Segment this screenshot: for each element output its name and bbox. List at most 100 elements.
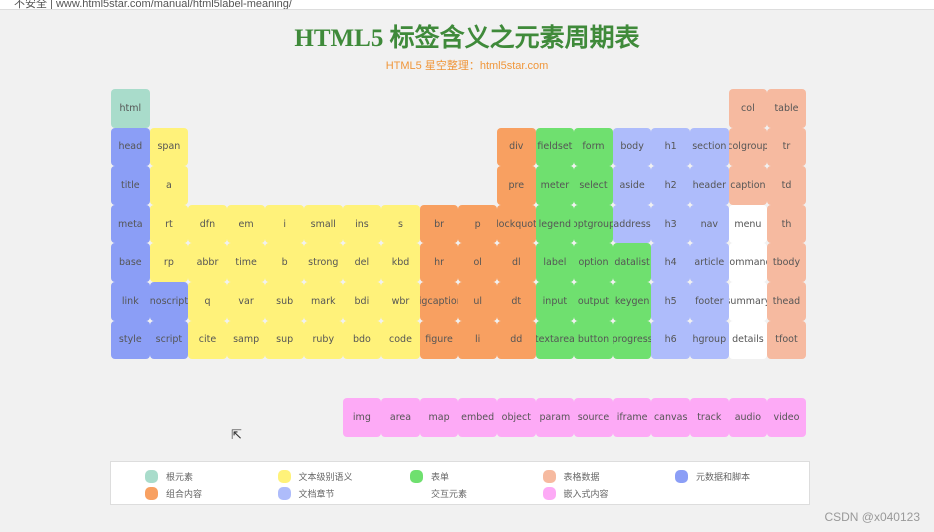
element-cell-dt[interactable]: dt: [497, 282, 536, 321]
element-cell-b[interactable]: b: [265, 243, 304, 282]
element-cell-col[interactable]: col: [728, 89, 768, 128]
element-cell-menu[interactable]: menu: [728, 204, 768, 244]
element-cell-br[interactable]: br: [419, 204, 459, 244]
element-cell-figcaption[interactable]: figcaption: [419, 282, 459, 321]
element-cell-base[interactable]: base: [111, 243, 150, 282]
element-cell-footer[interactable]: footer: [690, 282, 729, 321]
element-cell-title[interactable]: title: [111, 166, 150, 205]
element-cell-nav[interactable]: nav: [690, 204, 729, 244]
element-cell-section[interactable]: section: [690, 127, 729, 167]
element-cell-th[interactable]: th: [767, 204, 806, 244]
element-cell-dl[interactable]: dl: [497, 243, 536, 282]
element-cell-td[interactable]: td: [767, 166, 806, 205]
element-cell-track[interactable]: track: [690, 398, 729, 437]
element-cell-bdi[interactable]: bdi: [342, 282, 382, 321]
element-cell-kbd[interactable]: kbd: [381, 243, 420, 282]
element-cell-button[interactable]: button: [574, 320, 613, 360]
element-cell-wbr[interactable]: wbr: [381, 282, 420, 321]
element-cell-tfoot[interactable]: tfoot: [767, 320, 806, 360]
element-cell-sup[interactable]: sup: [265, 320, 304, 360]
element-cell-aside[interactable]: aside: [612, 166, 652, 205]
element-cell-summary[interactable]: summary: [728, 282, 768, 321]
element-cell-form[interactable]: form: [574, 127, 613, 167]
element-cell-sub[interactable]: sub: [265, 282, 304, 321]
element-cell-em[interactable]: em: [226, 204, 266, 244]
element-cell-progress[interactable]: progress: [612, 320, 652, 360]
element-cell-area[interactable]: area: [381, 398, 420, 437]
element-cell-embed[interactable]: embed: [458, 398, 497, 437]
element-cell-address[interactable]: address: [612, 204, 652, 244]
element-cell-var[interactable]: var: [226, 282, 266, 321]
element-cell-p[interactable]: p: [458, 204, 497, 244]
element-cell-h3[interactable]: h3: [651, 204, 690, 244]
element-cell-i[interactable]: i: [265, 204, 304, 244]
element-cell-ul[interactable]: ul: [458, 282, 497, 321]
element-cell-script[interactable]: script: [149, 320, 189, 360]
element-cell-legend[interactable]: legend: [535, 204, 575, 244]
element-cell-keygen[interactable]: keygen: [612, 282, 652, 321]
element-cell-mark[interactable]: mark: [304, 282, 343, 321]
element-cell-h6[interactable]: h6: [651, 320, 690, 360]
element-cell-datalist[interactable]: datalist: [612, 243, 652, 282]
element-cell-meta[interactable]: meta: [111, 204, 150, 244]
element-cell-dd[interactable]: dd: [497, 320, 536, 360]
element-cell-param[interactable]: param: [535, 398, 575, 437]
element-cell-h5[interactable]: h5: [651, 282, 690, 321]
element-cell-noscript[interactable]: noscript: [149, 282, 189, 321]
element-cell-h1[interactable]: h1: [651, 127, 690, 167]
element-cell-span[interactable]: span: [149, 127, 189, 167]
element-cell-head[interactable]: head: [111, 127, 150, 167]
element-cell-source[interactable]: source: [574, 398, 613, 437]
element-cell-bdo[interactable]: bdo: [342, 320, 382, 360]
element-cell-style[interactable]: style: [111, 320, 150, 360]
element-cell-pre[interactable]: pre: [497, 166, 536, 205]
element-cell-abbr[interactable]: abbr: [188, 243, 227, 282]
element-cell-canvas[interactable]: canvas: [651, 398, 690, 437]
element-cell-optgroup[interactable]: optgroup: [574, 204, 613, 244]
element-cell-code[interactable]: code: [381, 320, 420, 360]
element-cell-body[interactable]: body: [612, 127, 652, 167]
element-cell-ins[interactable]: ins: [342, 204, 382, 244]
element-cell-h2[interactable]: h2: [651, 166, 690, 205]
element-cell-li[interactable]: li: [458, 320, 497, 360]
element-cell-input[interactable]: input: [535, 282, 575, 321]
element-cell-output[interactable]: output: [574, 282, 613, 321]
element-cell-hgroup[interactable]: hgroup: [690, 320, 729, 360]
element-cell-article[interactable]: article: [690, 243, 729, 282]
element-cell-strong[interactable]: strong: [304, 243, 343, 282]
element-cell-html[interactable]: html: [111, 89, 150, 128]
element-cell-tr[interactable]: tr: [767, 127, 806, 167]
element-cell-meter[interactable]: meter: [535, 166, 575, 205]
address-bar[interactable]: 不安全 | www.html5star.com/manual/html5labe…: [0, 0, 934, 10]
element-cell-h4[interactable]: h4: [651, 243, 690, 282]
element-cell-rp[interactable]: rp: [149, 243, 189, 282]
element-cell-object[interactable]: object: [497, 398, 536, 437]
element-cell-label[interactable]: label: [535, 243, 575, 282]
element-cell-figure[interactable]: figure: [419, 320, 459, 360]
element-cell-cite[interactable]: cite: [188, 320, 227, 360]
element-cell-caption[interactable]: caption: [728, 166, 768, 205]
element-cell-link[interactable]: link: [111, 282, 150, 321]
element-cell-colgroup[interactable]: colgroup: [728, 127, 768, 167]
element-cell-a[interactable]: a: [149, 166, 189, 205]
element-cell-samp[interactable]: samp: [226, 320, 266, 360]
element-cell-audio[interactable]: audio: [728, 398, 768, 437]
element-cell-iframe[interactable]: iframe: [612, 398, 652, 437]
element-cell-command[interactable]: command: [728, 243, 768, 282]
element-cell-header[interactable]: header: [690, 166, 729, 205]
element-cell-thead[interactable]: thead: [767, 282, 806, 321]
element-cell-del[interactable]: del: [342, 243, 382, 282]
element-cell-img[interactable]: img: [342, 398, 382, 437]
element-cell-blockquote[interactable]: blockquote: [497, 204, 536, 244]
element-cell-option[interactable]: option: [574, 243, 613, 282]
element-cell-video[interactable]: video: [767, 398, 806, 437]
element-cell-dfn[interactable]: dfn: [188, 204, 227, 244]
element-cell-fieldset[interactable]: fieldset: [535, 127, 575, 167]
element-cell-details[interactable]: details: [728, 320, 768, 360]
element-cell-small[interactable]: small: [304, 204, 343, 244]
element-cell-map[interactable]: map: [419, 398, 459, 437]
element-cell-ruby[interactable]: ruby: [304, 320, 343, 360]
element-cell-textarea[interactable]: textarea: [535, 320, 575, 360]
element-cell-rt[interactable]: rt: [149, 204, 189, 244]
element-cell-tbody[interactable]: tbody: [767, 243, 806, 282]
